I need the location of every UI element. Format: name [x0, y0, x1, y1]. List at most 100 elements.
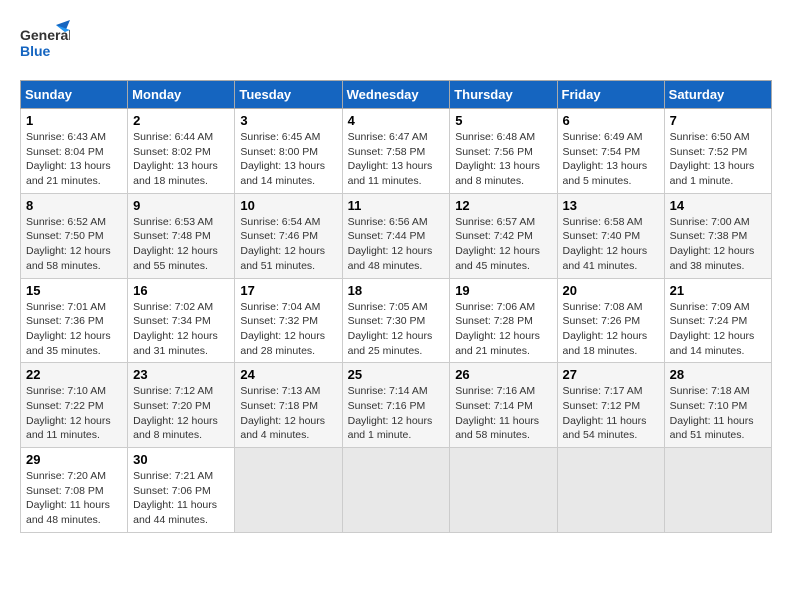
- day-header-tuesday: Tuesday: [235, 81, 342, 109]
- day-info: Sunrise: 7:01 AM Sunset: 7:36 PM Dayligh…: [26, 300, 122, 359]
- day-number: 7: [670, 113, 766, 128]
- day-number: 30: [133, 452, 229, 467]
- calendar-cell: [450, 448, 557, 533]
- day-number: 26: [455, 367, 551, 382]
- day-info: Sunrise: 6:50 AM Sunset: 7:52 PM Dayligh…: [670, 130, 766, 189]
- day-info: Sunrise: 6:53 AM Sunset: 7:48 PM Dayligh…: [133, 215, 229, 274]
- calendar-cell: 26 Sunrise: 7:16 AM Sunset: 7:14 PM Dayli…: [450, 363, 557, 448]
- logo: General Blue: [20, 20, 70, 70]
- day-number: 23: [133, 367, 229, 382]
- calendar-cell: 3 Sunrise: 6:45 AM Sunset: 8:00 PM Daylig…: [235, 109, 342, 194]
- day-number: 13: [563, 198, 659, 213]
- day-number: 14: [670, 198, 766, 213]
- calendar-week-row: 1 Sunrise: 6:43 AM Sunset: 8:04 PM Daylig…: [21, 109, 772, 194]
- calendar-header-row: SundayMondayTuesdayWednesdayThursdayFrid…: [21, 81, 772, 109]
- day-number: 20: [563, 283, 659, 298]
- day-info: Sunrise: 7:08 AM Sunset: 7:26 PM Dayligh…: [563, 300, 659, 359]
- day-number: 9: [133, 198, 229, 213]
- calendar-week-row: 22 Sunrise: 7:10 AM Sunset: 7:22 PM Dayli…: [21, 363, 772, 448]
- day-number: 28: [670, 367, 766, 382]
- day-number: 5: [455, 113, 551, 128]
- day-info: Sunrise: 7:10 AM Sunset: 7:22 PM Dayligh…: [26, 384, 122, 443]
- calendar-cell: 21 Sunrise: 7:09 AM Sunset: 7:24 PM Dayli…: [664, 278, 771, 363]
- day-number: 21: [670, 283, 766, 298]
- day-info: Sunrise: 6:58 AM Sunset: 7:40 PM Dayligh…: [563, 215, 659, 274]
- day-info: Sunrise: 6:44 AM Sunset: 8:02 PM Dayligh…: [133, 130, 229, 189]
- calendar-cell: [235, 448, 342, 533]
- calendar-cell: 7 Sunrise: 6:50 AM Sunset: 7:52 PM Daylig…: [664, 109, 771, 194]
- day-info: Sunrise: 6:45 AM Sunset: 8:00 PM Dayligh…: [240, 130, 336, 189]
- calendar-cell: 20 Sunrise: 7:08 AM Sunset: 7:26 PM Dayli…: [557, 278, 664, 363]
- day-info: Sunrise: 6:47 AM Sunset: 7:58 PM Dayligh…: [348, 130, 445, 189]
- calendar-cell: 6 Sunrise: 6:49 AM Sunset: 7:54 PM Daylig…: [557, 109, 664, 194]
- day-number: 4: [348, 113, 445, 128]
- day-info: Sunrise: 6:43 AM Sunset: 8:04 PM Dayligh…: [26, 130, 122, 189]
- day-info: Sunrise: 6:52 AM Sunset: 7:50 PM Dayligh…: [26, 215, 122, 274]
- calendar-cell: 1 Sunrise: 6:43 AM Sunset: 8:04 PM Daylig…: [21, 109, 128, 194]
- day-info: Sunrise: 7:05 AM Sunset: 7:30 PM Dayligh…: [348, 300, 445, 359]
- day-number: 17: [240, 283, 336, 298]
- day-number: 10: [240, 198, 336, 213]
- day-info: Sunrise: 7:20 AM Sunset: 7:08 PM Dayligh…: [26, 469, 122, 528]
- day-info: Sunrise: 7:18 AM Sunset: 7:10 PM Dayligh…: [670, 384, 766, 443]
- day-number: 6: [563, 113, 659, 128]
- day-info: Sunrise: 7:09 AM Sunset: 7:24 PM Dayligh…: [670, 300, 766, 359]
- day-header-saturday: Saturday: [664, 81, 771, 109]
- calendar-cell: 19 Sunrise: 7:06 AM Sunset: 7:28 PM Dayli…: [450, 278, 557, 363]
- calendar-cell: 5 Sunrise: 6:48 AM Sunset: 7:56 PM Daylig…: [450, 109, 557, 194]
- calendar-cell: 18 Sunrise: 7:05 AM Sunset: 7:30 PM Dayli…: [342, 278, 450, 363]
- day-header-wednesday: Wednesday: [342, 81, 450, 109]
- day-number: 3: [240, 113, 336, 128]
- day-header-thursday: Thursday: [450, 81, 557, 109]
- day-info: Sunrise: 7:00 AM Sunset: 7:38 PM Dayligh…: [670, 215, 766, 274]
- day-number: 8: [26, 198, 122, 213]
- day-info: Sunrise: 6:54 AM Sunset: 7:46 PM Dayligh…: [240, 215, 336, 274]
- day-number: 25: [348, 367, 445, 382]
- day-info: Sunrise: 7:04 AM Sunset: 7:32 PM Dayligh…: [240, 300, 336, 359]
- day-number: 27: [563, 367, 659, 382]
- day-info: Sunrise: 7:16 AM Sunset: 7:14 PM Dayligh…: [455, 384, 551, 443]
- calendar-cell: [557, 448, 664, 533]
- day-number: 19: [455, 283, 551, 298]
- calendar-cell: 28 Sunrise: 7:18 AM Sunset: 7:10 PM Dayli…: [664, 363, 771, 448]
- day-info: Sunrise: 6:56 AM Sunset: 7:44 PM Dayligh…: [348, 215, 445, 274]
- day-info: Sunrise: 7:02 AM Sunset: 7:34 PM Dayligh…: [133, 300, 229, 359]
- calendar-cell: [664, 448, 771, 533]
- day-number: 11: [348, 198, 445, 213]
- calendar-cell: 9 Sunrise: 6:53 AM Sunset: 7:48 PM Daylig…: [128, 193, 235, 278]
- day-info: Sunrise: 6:48 AM Sunset: 7:56 PM Dayligh…: [455, 130, 551, 189]
- calendar-cell: 24 Sunrise: 7:13 AM Sunset: 7:18 PM Dayli…: [235, 363, 342, 448]
- day-number: 16: [133, 283, 229, 298]
- day-info: Sunrise: 6:49 AM Sunset: 7:54 PM Dayligh…: [563, 130, 659, 189]
- day-header-sunday: Sunday: [21, 81, 128, 109]
- calendar-cell: 2Sunrise: 6:44 AM Sunset: 8:02 PM Daylig…: [128, 109, 235, 194]
- calendar-cell: 27 Sunrise: 7:17 AM Sunset: 7:12 PM Dayli…: [557, 363, 664, 448]
- calendar-week-row: 29 Sunrise: 7:20 AM Sunset: 7:08 PM Dayli…: [21, 448, 772, 533]
- calendar-cell: 23 Sunrise: 7:12 AM Sunset: 7:20 PM Dayli…: [128, 363, 235, 448]
- calendar-cell: 8 Sunrise: 6:52 AM Sunset: 7:50 PM Daylig…: [21, 193, 128, 278]
- day-number: 24: [240, 367, 336, 382]
- calendar-cell: [342, 448, 450, 533]
- day-info: Sunrise: 7:13 AM Sunset: 7:18 PM Dayligh…: [240, 384, 336, 443]
- calendar-cell: 13 Sunrise: 6:58 AM Sunset: 7:40 PM Dayli…: [557, 193, 664, 278]
- calendar-cell: 4 Sunrise: 6:47 AM Sunset: 7:58 PM Daylig…: [342, 109, 450, 194]
- logo-icon: General Blue: [20, 20, 70, 70]
- day-info: Sunrise: 6:57 AM Sunset: 7:42 PM Dayligh…: [455, 215, 551, 274]
- day-number: 29: [26, 452, 122, 467]
- day-header-monday: Monday: [128, 81, 235, 109]
- calendar-cell: 29 Sunrise: 7:20 AM Sunset: 7:08 PM Dayli…: [21, 448, 128, 533]
- calendar-cell: 14 Sunrise: 7:00 AM Sunset: 7:38 PM Dayli…: [664, 193, 771, 278]
- day-info: Sunrise: 7:14 AM Sunset: 7:16 PM Dayligh…: [348, 384, 445, 443]
- calendar-cell: 12Sunrise: 6:57 AM Sunset: 7:42 PM Dayli…: [450, 193, 557, 278]
- day-number: 22: [26, 367, 122, 382]
- calendar-week-row: 15 Sunrise: 7:01 AM Sunset: 7:36 PM Dayli…: [21, 278, 772, 363]
- calendar-week-row: 8 Sunrise: 6:52 AM Sunset: 7:50 PM Daylig…: [21, 193, 772, 278]
- day-info: Sunrise: 7:17 AM Sunset: 7:12 PM Dayligh…: [563, 384, 659, 443]
- calendar-cell: 15 Sunrise: 7:01 AM Sunset: 7:36 PM Dayli…: [21, 278, 128, 363]
- day-number: 18: [348, 283, 445, 298]
- day-info: Sunrise: 7:06 AM Sunset: 7:28 PM Dayligh…: [455, 300, 551, 359]
- day-number: 15: [26, 283, 122, 298]
- day-info: Sunrise: 7:12 AM Sunset: 7:20 PM Dayligh…: [133, 384, 229, 443]
- calendar-cell: 25 Sunrise: 7:14 AM Sunset: 7:16 PM Dayli…: [342, 363, 450, 448]
- day-number: 1: [26, 113, 122, 128]
